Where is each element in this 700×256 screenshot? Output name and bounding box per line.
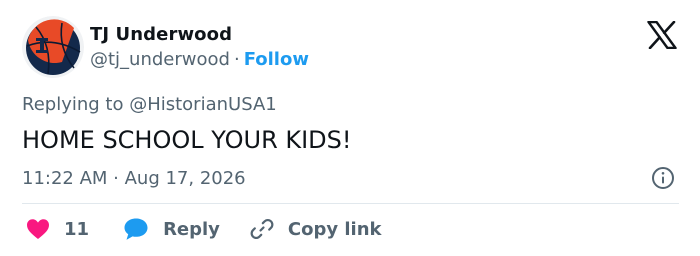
tweet-card: TJ Underwood @tj_underwood · Follow Replyi… <box>0 0 700 256</box>
separator-dot: · <box>233 49 240 70</box>
replying-to[interactable]: Replying to @HistorianUSA1 <box>22 94 277 115</box>
info-icon-svg <box>652 167 674 189</box>
info-icon[interactable] <box>651 166 675 190</box>
author-handle-row: @tj_underwood · Follow <box>90 49 309 70</box>
x-logo-icon-svg <box>647 20 677 50</box>
action-bar: 11 Reply Copy link <box>22 216 382 242</box>
author-name[interactable]: TJ Underwood <box>90 24 232 45</box>
x-logo-icon[interactable] <box>647 20 677 50</box>
link-icon <box>250 218 274 240</box>
speech-bubble-icon <box>124 218 148 240</box>
author-avatar[interactable] <box>22 16 84 78</box>
divider <box>22 203 679 204</box>
tweet-text: HOME SCHOOL YOUR KIDS! <box>22 126 352 154</box>
copy-link-label: Copy link <box>287 218 382 240</box>
reply-button[interactable]: Reply <box>123 217 220 241</box>
tweet-timestamp[interactable]: 11:22 AM · Aug 17, 2026 <box>22 168 246 189</box>
like-button[interactable]: 11 <box>26 218 89 240</box>
reply-label: Reply <box>163 218 220 240</box>
copy-link-button[interactable]: Copy link <box>250 217 382 241</box>
basketball-avatar-image <box>22 16 84 78</box>
author-handle[interactable]: @tj_underwood <box>90 49 230 70</box>
like-count: 11 <box>64 218 90 240</box>
follow-button[interactable]: Follow <box>244 49 309 70</box>
heart-icon <box>27 219 49 239</box>
